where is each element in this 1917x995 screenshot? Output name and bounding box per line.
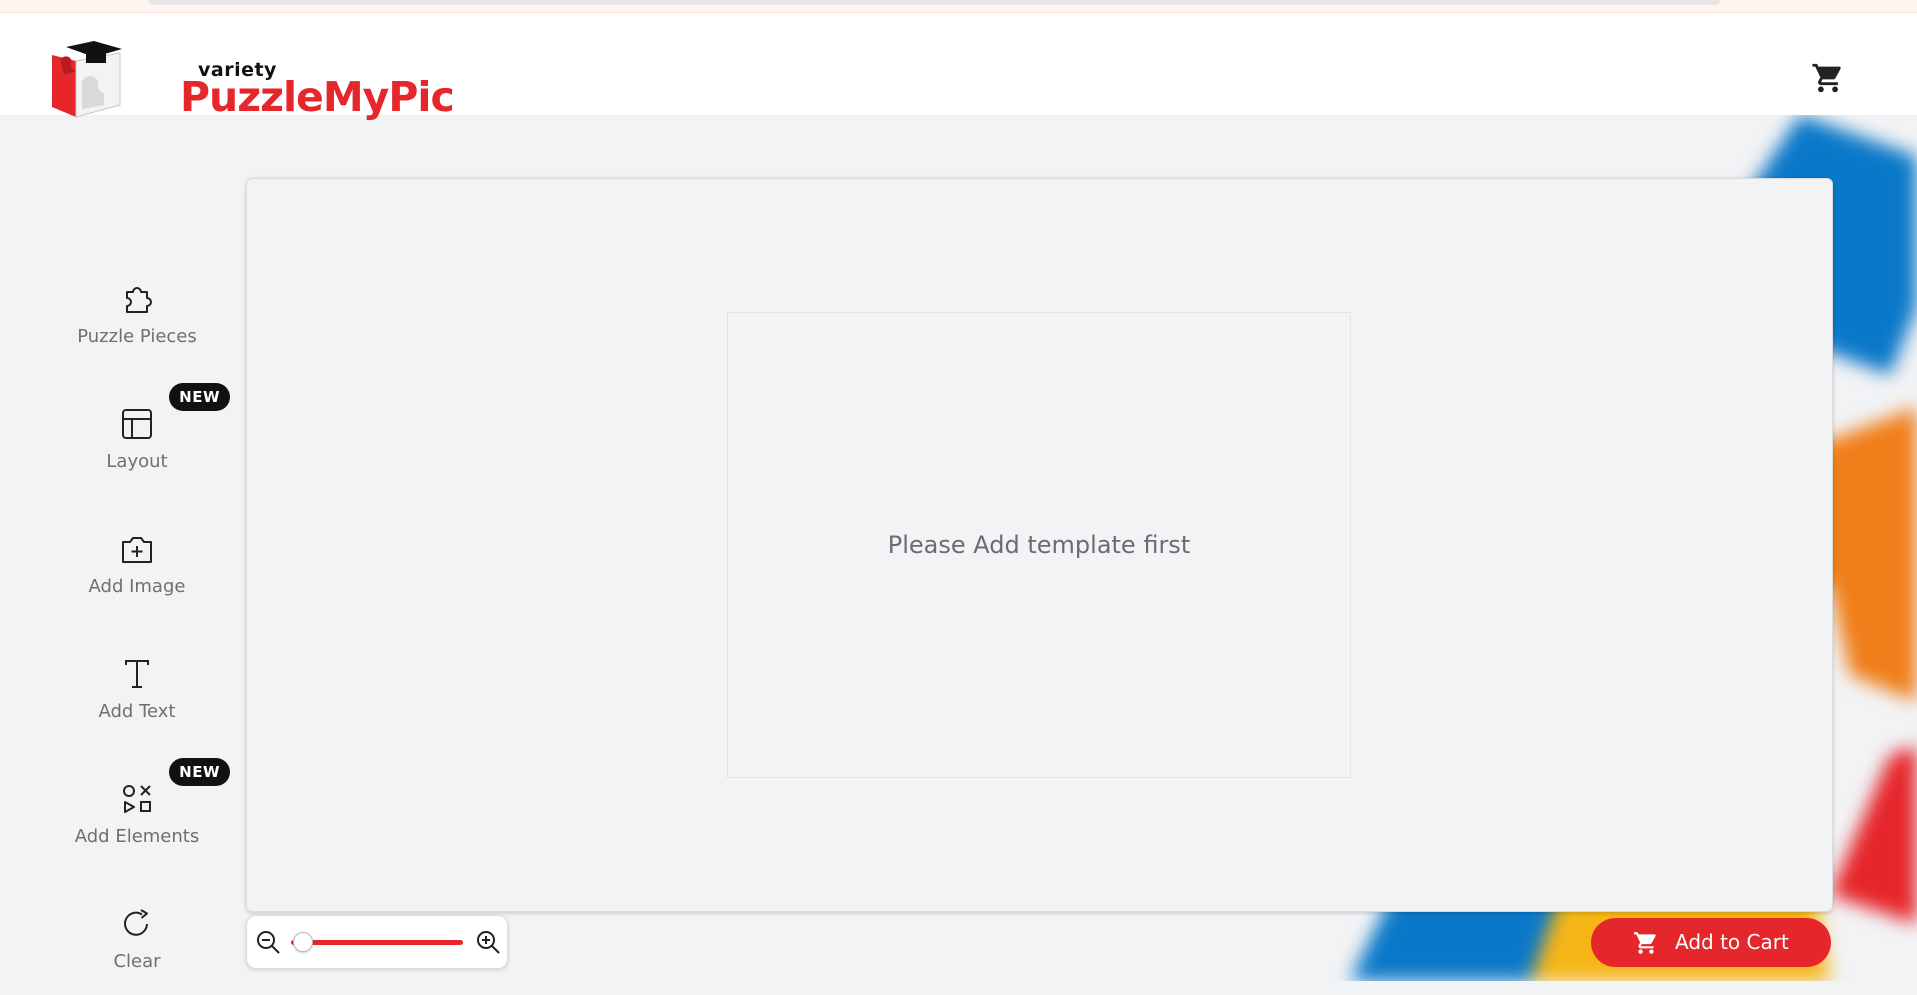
new-badge: NEW — [169, 758, 230, 786]
zoom-slider-thumb[interactable] — [293, 932, 314, 952]
top-strip-bar — [148, 0, 1720, 5]
tool-add-elements[interactable]: NEW Add Elements — [52, 758, 230, 870]
add-to-cart-button[interactable]: Add to Cart — [1591, 918, 1831, 967]
elements-icon — [123, 785, 151, 813]
logo-cube-icon — [52, 41, 122, 118]
tool-puzzle-pieces[interactable]: Puzzle Pieces — [52, 270, 222, 370]
brand-logo[interactable]: variety PuzzleMyPic — [46, 33, 455, 123]
design-canvas[interactable]: Please Add template first — [246, 178, 1833, 912]
cart-icon[interactable] — [1811, 61, 1845, 95]
text-icon — [125, 660, 149, 688]
zoom-in-icon[interactable] — [475, 929, 501, 955]
zoom-out-icon[interactable] — [255, 929, 281, 955]
tool-clear[interactable]: Clear — [52, 895, 222, 995]
site-header: variety PuzzleMyPic — [0, 13, 1917, 121]
tool-label: Clear — [113, 951, 161, 972]
tool-layout[interactable]: NEW Layout — [52, 383, 230, 495]
puzzle-piece-icon — [126, 287, 152, 313]
tool-label: Add Elements — [74, 826, 200, 847]
placeholder-text: Please Add template first — [887, 531, 1191, 559]
layout-icon — [122, 409, 152, 439]
tool-add-text[interactable]: Add Text — [52, 645, 222, 745]
brand-name-main: PuzzleMyPic — [180, 73, 455, 121]
refresh-icon — [124, 909, 148, 936]
template-placeholder: Please Add template first — [727, 312, 1351, 778]
top-strip — [0, 0, 1917, 13]
zoom-control — [246, 915, 508, 969]
tool-label: Layout — [106, 451, 168, 472]
tool-label: Add Image — [88, 576, 186, 597]
tool-label: Puzzle Pieces — [77, 326, 197, 347]
add-image-icon — [122, 537, 152, 563]
tool-add-image[interactable]: Add Image — [52, 520, 222, 620]
cart-icon — [1634, 932, 1656, 954]
new-badge: NEW — [169, 383, 230, 411]
zoom-slider-track[interactable] — [291, 940, 463, 945]
tool-label: Add Text — [98, 701, 176, 722]
add-to-cart-label: Add to Cart — [1675, 930, 1789, 954]
